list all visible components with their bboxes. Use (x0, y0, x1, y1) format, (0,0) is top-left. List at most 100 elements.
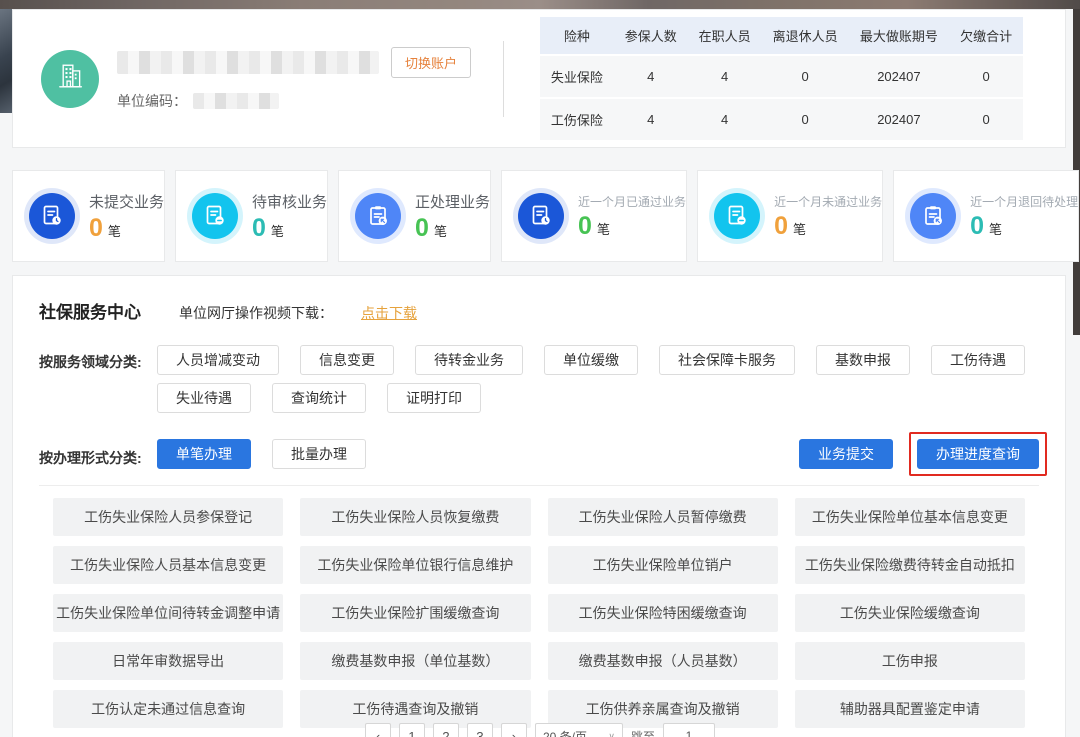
jump-to-label: 跳至 (631, 723, 655, 737)
mode-button-batch[interactable]: 批量办理 (272, 439, 366, 469)
biz-button[interactable]: 工伤失业保险人员恢复缴费 (300, 498, 530, 536)
company-name-redacted (117, 51, 379, 74)
document-clock-icon (29, 193, 75, 239)
pagination-page-3[interactable]: 3 (467, 723, 493, 737)
download-link[interactable]: 点击下载 (361, 303, 417, 323)
card-count: 0笔 (970, 214, 1078, 239)
biz-button[interactable]: 工伤失业保险特困缓缴查询 (548, 594, 778, 632)
cell-period: 202407 (849, 55, 949, 98)
col-arrears-total: 欠缴合计 (949, 17, 1023, 55)
cell-arrears: 0 (949, 55, 1023, 98)
biz-button[interactable]: 工伤失业保险单位银行信息维护 (300, 546, 530, 584)
chevron-down-icon: ∨ (608, 731, 615, 737)
jump-to-input[interactable] (663, 723, 715, 737)
section-title: 社保服务中心 (39, 298, 141, 323)
card-rejected-last-month[interactable]: 近一个月未通过业务 0笔 (697, 170, 883, 262)
page-size-value: 20 条/页 (543, 728, 587, 737)
switch-account-button[interactable]: 切换账户 (391, 47, 471, 78)
status-cards-row: 未提交业务 0笔 待审核业务 0笔 (12, 170, 1066, 262)
biz-button[interactable]: 缴费基数申报（人员基数） (548, 642, 778, 680)
card-label: 未提交业务 (89, 191, 164, 212)
domain-filter-label: 按服务领域分类: (39, 345, 157, 413)
progress-query-button[interactable]: 办理进度查询 (917, 439, 1039, 469)
col-insurance-type: 险种 (540, 17, 614, 55)
biz-button[interactable]: 工伤失业保险扩围缓缴查询 (300, 594, 530, 632)
domain-button-certificate-print[interactable]: 证明打印 (387, 383, 481, 413)
pagination-next-button[interactable]: › (501, 723, 527, 737)
cell-type: 失业保险 (540, 55, 614, 98)
biz-button[interactable]: 日常年审数据导出 (53, 642, 283, 680)
red-highlight-box: 办理进度查询 (909, 432, 1047, 476)
submit-business-button[interactable]: 业务提交 (799, 439, 893, 469)
cell-arrears: 0 (949, 98, 1023, 140)
card-unsubmitted[interactable]: 未提交业务 0笔 (12, 170, 165, 262)
card-pending-review[interactable]: 待审核业务 0笔 (175, 170, 328, 262)
clipboard-arrow-icon (910, 193, 956, 239)
domain-filter-buttons: 人员增减变动 信息变更 待转金业务 单位缓缴 社会保障卡服务 基数申报 工伤待遇… (157, 345, 1039, 413)
cell-insured: 4 (614, 98, 688, 140)
window-chrome-band (0, 0, 1080, 9)
company-avatar (41, 50, 99, 108)
domain-button-base-declaration[interactable]: 基数申报 (816, 345, 910, 375)
account-panel: 切换账户 单位编码： 险种 参保人数 在职人员 离退休人员 最大做账期号 欠缴 (12, 9, 1066, 148)
col-retired-staff: 离退休人员 (762, 17, 849, 55)
biz-button[interactable]: 工伤失业保险人员暂停缴费 (548, 498, 778, 536)
biz-button[interactable]: 工伤失业保险人员基本信息变更 (53, 546, 283, 584)
domain-button-query-statistics[interactable]: 查询统计 (272, 383, 366, 413)
card-count: 0笔 (89, 216, 164, 241)
document-clock-icon (518, 193, 564, 239)
domain-button-unemployment-benefit[interactable]: 失业待遇 (157, 383, 251, 413)
mode-button-single[interactable]: 单笔办理 (157, 439, 251, 469)
biz-button[interactable]: 缴费基数申报（单位基数） (300, 642, 530, 680)
domain-button-pending-transfer[interactable]: 待转金业务 (415, 345, 523, 375)
domain-button-personnel-change[interactable]: 人员增减变动 (157, 345, 279, 375)
biz-button[interactable]: 工伤失业保险单位销户 (548, 546, 778, 584)
card-label: 近一个月已通过业务 (578, 193, 686, 210)
service-center-panel: 社保服务中心 单位网厅操作视频下载： 点击下载 按服务领域分类: 人员增减变动 … (12, 275, 1066, 737)
card-label: 近一个月未通过业务 (774, 193, 882, 210)
business-buttons-grid: 工伤失业保险人员参保登记 工伤失业保险人员恢复缴费 工伤失业保险人员暂停缴费 工… (53, 498, 1025, 728)
pagination-page-2[interactable]: 2 (433, 723, 459, 737)
card-count: 0笔 (415, 216, 490, 241)
card-processing[interactable]: 正处理业务 0笔 (338, 170, 491, 262)
biz-button[interactable]: 工伤失业保险单位基本信息变更 (795, 498, 1025, 536)
background-edge-left (0, 9, 12, 113)
video-download-label: 单位网厅操作视频下载： (179, 303, 333, 323)
card-label: 待审核业务 (252, 191, 327, 212)
card-count: 0笔 (252, 216, 327, 241)
page: 切换账户 单位编码： 险种 参保人数 在职人员 离退休人员 最大做账期号 欠缴 (0, 0, 1080, 737)
domain-button-social-security-card[interactable]: 社会保障卡服务 (659, 345, 795, 375)
card-count: 0笔 (578, 214, 686, 239)
mode-filter-label: 按办理形式分类: (39, 441, 157, 468)
clipboard-arrow-icon (355, 193, 401, 239)
table-row: 工伤保险 4 4 0 202407 0 (540, 98, 1023, 140)
biz-button[interactable]: 工伤失业保险单位间待转金调整申请 (53, 594, 283, 632)
pagination-page-1[interactable]: 1 (399, 723, 425, 737)
cell-period: 202407 (849, 98, 949, 140)
card-label: 正处理业务 (415, 191, 490, 212)
document-minus-icon (714, 193, 760, 239)
building-icon (53, 59, 87, 98)
biz-button[interactable]: 工伤申报 (795, 642, 1025, 680)
insurance-summary-table: 险种 参保人数 在职人员 离退休人员 最大做账期号 欠缴合计 失业保险 4 4 … (540, 17, 1023, 140)
biz-button[interactable]: 工伤失业保险缴费待转金自动抵扣 (795, 546, 1025, 584)
domain-button-unit-deferral[interactable]: 单位缓缴 (544, 345, 638, 375)
cell-type: 工伤保险 (540, 98, 614, 140)
page-size-select[interactable]: 20 条/页 ∨ (535, 723, 623, 737)
cell-retired: 0 (762, 55, 849, 98)
cell-active: 4 (688, 55, 762, 98)
cell-active: 4 (688, 98, 762, 140)
biz-button[interactable]: 工伤失业保险缓缴查询 (795, 594, 1025, 632)
domain-button-info-change[interactable]: 信息变更 (300, 345, 394, 375)
card-count: 0笔 (774, 214, 882, 239)
card-approved-last-month[interactable]: 近一个月已通过业务 0笔 (501, 170, 687, 262)
cell-retired: 0 (762, 98, 849, 140)
cell-insured: 4 (614, 55, 688, 98)
pagination-prev-button[interactable]: ‹ (365, 723, 391, 737)
biz-button[interactable]: 工伤失业保险人员参保登记 (53, 498, 283, 536)
pagination: ‹ 1 2 3 › 20 条/页 ∨ 跳至 (0, 723, 1080, 737)
card-returned-last-month[interactable]: 近一个月退回待处理 0笔 (893, 170, 1079, 262)
card-label: 近一个月退回待处理 (970, 193, 1078, 210)
domain-button-injury-benefit[interactable]: 工伤待遇 (931, 345, 1025, 375)
col-active-staff: 在职人员 (688, 17, 762, 55)
